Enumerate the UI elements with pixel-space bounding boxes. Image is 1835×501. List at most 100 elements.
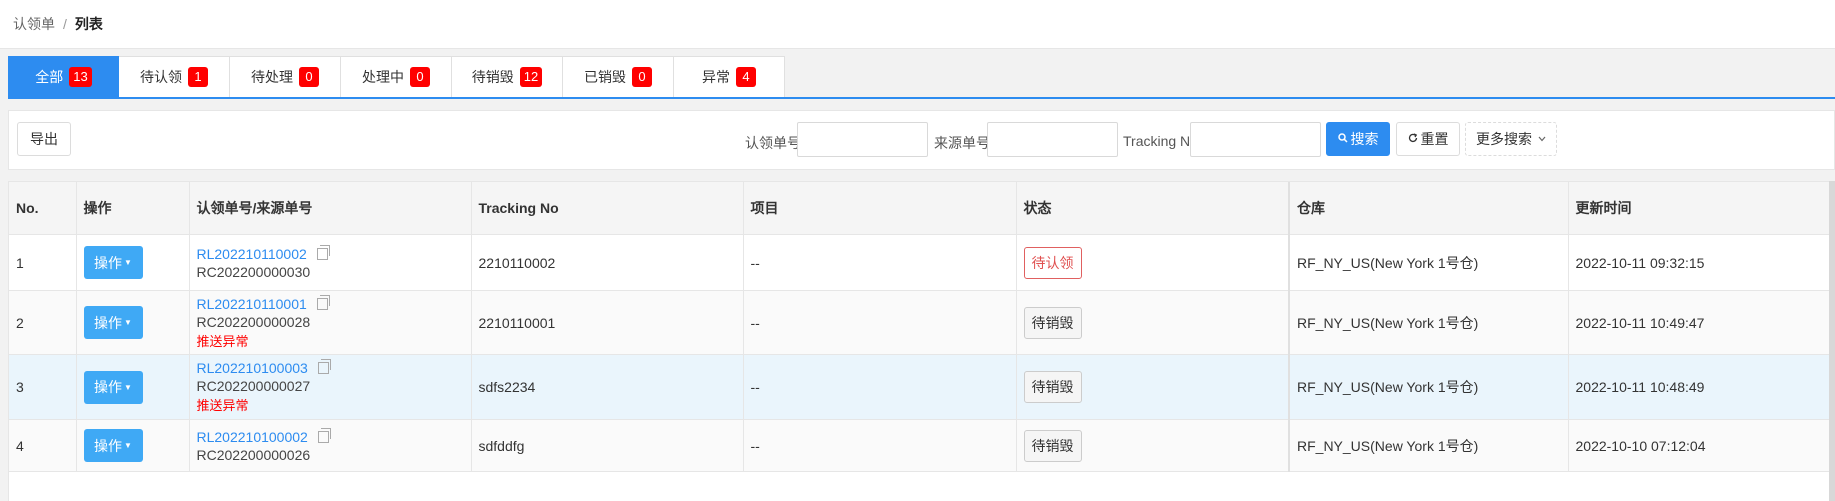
claim-no-link[interactable]: RL202210110001 [197, 296, 307, 312]
export-button[interactable]: 导出 [17, 122, 71, 156]
more-search-button[interactable]: 更多搜索 [1465, 122, 1557, 156]
tracking-cell: sdfs2234 [471, 354, 744, 420]
updated-cell: 2022-10-10 07:12:04 [1568, 419, 1835, 472]
table-row[interactable]: 4 操作 ▼ RL202210100002 RC202200000026 sdfd… [9, 419, 1835, 472]
warehouse-cell: RF_NY_US(New York 1号仓) [1288, 290, 1569, 355]
table-header-row: No. 操作 认领单号/来源单号 Tracking No 项目 状态 仓库 更新… [9, 182, 1835, 235]
source-no-label: 来源单号 [934, 135, 990, 151]
tab-label: 待销毁 [471, 69, 514, 85]
warehouse-cell: RF_NY_US(New York 1号仓) [1288, 234, 1569, 291]
status-cell: 待认领 [1016, 234, 1290, 291]
status-cell: 待销毁 [1016, 290, 1290, 355]
status-badge: 待销毁 [1023, 306, 1082, 339]
operation-label: 操作 [94, 254, 123, 271]
row-no: 1 [9, 234, 77, 291]
copy-icon[interactable] [317, 427, 331, 443]
tab-pending-destroy[interactable]: 待销毁 12 [452, 56, 563, 98]
tracking-no-input[interactable] [1190, 122, 1321, 157]
source-no: RC202200000028 [196, 313, 311, 330]
status-cell: 待销毁 [1016, 354, 1290, 420]
tab-count-badge: 4 [736, 67, 756, 87]
tab-destroyed[interactable]: 已销毁 0 [563, 56, 674, 98]
source-no-input[interactable] [987, 122, 1118, 157]
vertical-scrollbar[interactable] [1829, 181, 1835, 501]
updated-cell: 2022-10-11 10:48:49 [1568, 354, 1835, 420]
operation-cell: 操作 ▼ [76, 234, 190, 291]
item-cell: -- [743, 419, 1017, 472]
search-icon [1337, 132, 1348, 146]
copy-icon[interactable] [316, 244, 330, 260]
search-button[interactable]: 搜索 [1326, 122, 1390, 156]
col-header-warehouse[interactable]: 仓库 [1288, 182, 1569, 235]
operation-label: 操作 [94, 314, 123, 331]
warehouse-cell: RF_NY_US(New York 1号仓) [1288, 354, 1569, 420]
tracking-no-label: Tracking No [1123, 133, 1198, 149]
tab-pending-claim[interactable]: 待认领 1 [119, 56, 230, 98]
col-header-status[interactable]: 状态 [1016, 182, 1290, 235]
order-no-cell: RL202210110002 RC202200000030 [189, 234, 472, 291]
status-cell: 待销毁 [1016, 419, 1290, 472]
caret-down-icon: ▼ [124, 258, 132, 267]
operation-label: 操作 [94, 379, 123, 395]
tracking-cell: 2210110001 [471, 290, 744, 355]
tab-count-badge: 1 [188, 67, 208, 87]
tab-processing[interactable]: 处理中 0 [341, 56, 452, 98]
source-no: RC202200000027 [196, 378, 311, 394]
tabs-underline [8, 97, 1835, 99]
warehouse-cell: RF_NY_US(New York 1号仓) [1288, 419, 1569, 472]
reset-button-label: 重置 [1420, 131, 1449, 147]
order-no-cell: RL202210110001 RC202200000028 推送异常 [189, 290, 472, 355]
tab-count-badge: 0 [632, 67, 652, 87]
copy-icon[interactable] [317, 359, 331, 374]
claim-no-link[interactable]: RL202210110002 [197, 246, 307, 262]
tab-label: 全部 [35, 69, 64, 85]
operation-dropdown-button[interactable]: 操作 ▼ [83, 246, 143, 279]
operation-dropdown-button[interactable]: 操作 ▼ [83, 306, 143, 339]
operation-label: 操作 [94, 437, 123, 454]
col-header-updated[interactable]: 更新时间 [1568, 182, 1835, 235]
item-cell: -- [743, 354, 1017, 420]
copy-icon[interactable] [316, 294, 330, 310]
tracking-cell: sdfddfg [471, 419, 744, 472]
order-no-cell: RL202210100002 RC202200000026 [189, 419, 472, 472]
col-header-operation[interactable]: 操作 [76, 182, 190, 235]
status-tabs: 全部 13 待认领 1 待处理 0 处理中 0 待销毁 12 已销毁 0 异常 … [8, 56, 785, 98]
tab-label: 已销毁 [584, 69, 626, 85]
tab-count-badge: 12 [519, 67, 543, 87]
tab-count-badge: 13 [69, 67, 92, 87]
tab-all[interactable]: 全部 13 [8, 56, 119, 98]
col-header-item[interactable]: 项目 [743, 182, 1017, 235]
table-row[interactable]: 1 操作 ▼ RL202210110002 RC202200000030 2210… [9, 234, 1835, 291]
breadcrumb-current: 列表 [74, 16, 103, 32]
tab-label: 异常 [702, 69, 730, 85]
tab-count-badge: 0 [410, 67, 430, 87]
tab-count-badge: 0 [299, 67, 319, 87]
status-badge: 待认领 [1023, 246, 1082, 279]
table-row[interactable]: 3 操作 ▼ RL202210100003 RC202200000027 推送异常… [9, 354, 1835, 420]
claim-no-input[interactable] [797, 122, 928, 157]
caret-down-icon: ▼ [124, 382, 132, 392]
breadcrumb-parent[interactable]: 认领单 [13, 14, 55, 34]
tab-pending-process[interactable]: 待处理 0 [230, 56, 341, 98]
table-row[interactable]: 2 操作 ▼ RL202210110001 RC202200000028 推送异常… [9, 290, 1835, 355]
operation-cell: 操作 ▼ [76, 354, 190, 420]
claim-no-link[interactable]: RL202210100003 [197, 360, 308, 376]
status-badge: 待销毁 [1023, 429, 1082, 462]
search-button-label: 搜索 [1350, 131, 1379, 147]
status-badge: 待销毁 [1023, 371, 1082, 403]
operation-cell: 操作 ▼ [76, 290, 190, 355]
col-header-no[interactable]: No. [9, 182, 77, 235]
claims-table: No. 操作 认领单号/来源单号 Tracking No 项目 状态 仓库 更新… [8, 181, 1835, 501]
col-header-tracking[interactable]: Tracking No [471, 182, 744, 235]
reset-button[interactable]: 重置 [1396, 122, 1460, 156]
operation-dropdown-button[interactable]: 操作 ▼ [83, 429, 143, 462]
operation-dropdown-button[interactable]: 操作 ▼ [83, 370, 143, 404]
refresh-icon [1408, 132, 1418, 146]
row-no: 2 [9, 290, 77, 355]
caret-down-icon: ▼ [124, 441, 132, 450]
col-header-order-no[interactable]: 认领单号/来源单号 [189, 182, 472, 235]
source-no: RC202200000026 [196, 446, 311, 463]
tab-label: 处理中 [362, 69, 404, 85]
tab-exception[interactable]: 异常 4 [674, 56, 785, 98]
claim-no-link[interactable]: RL202210100002 [197, 429, 308, 445]
